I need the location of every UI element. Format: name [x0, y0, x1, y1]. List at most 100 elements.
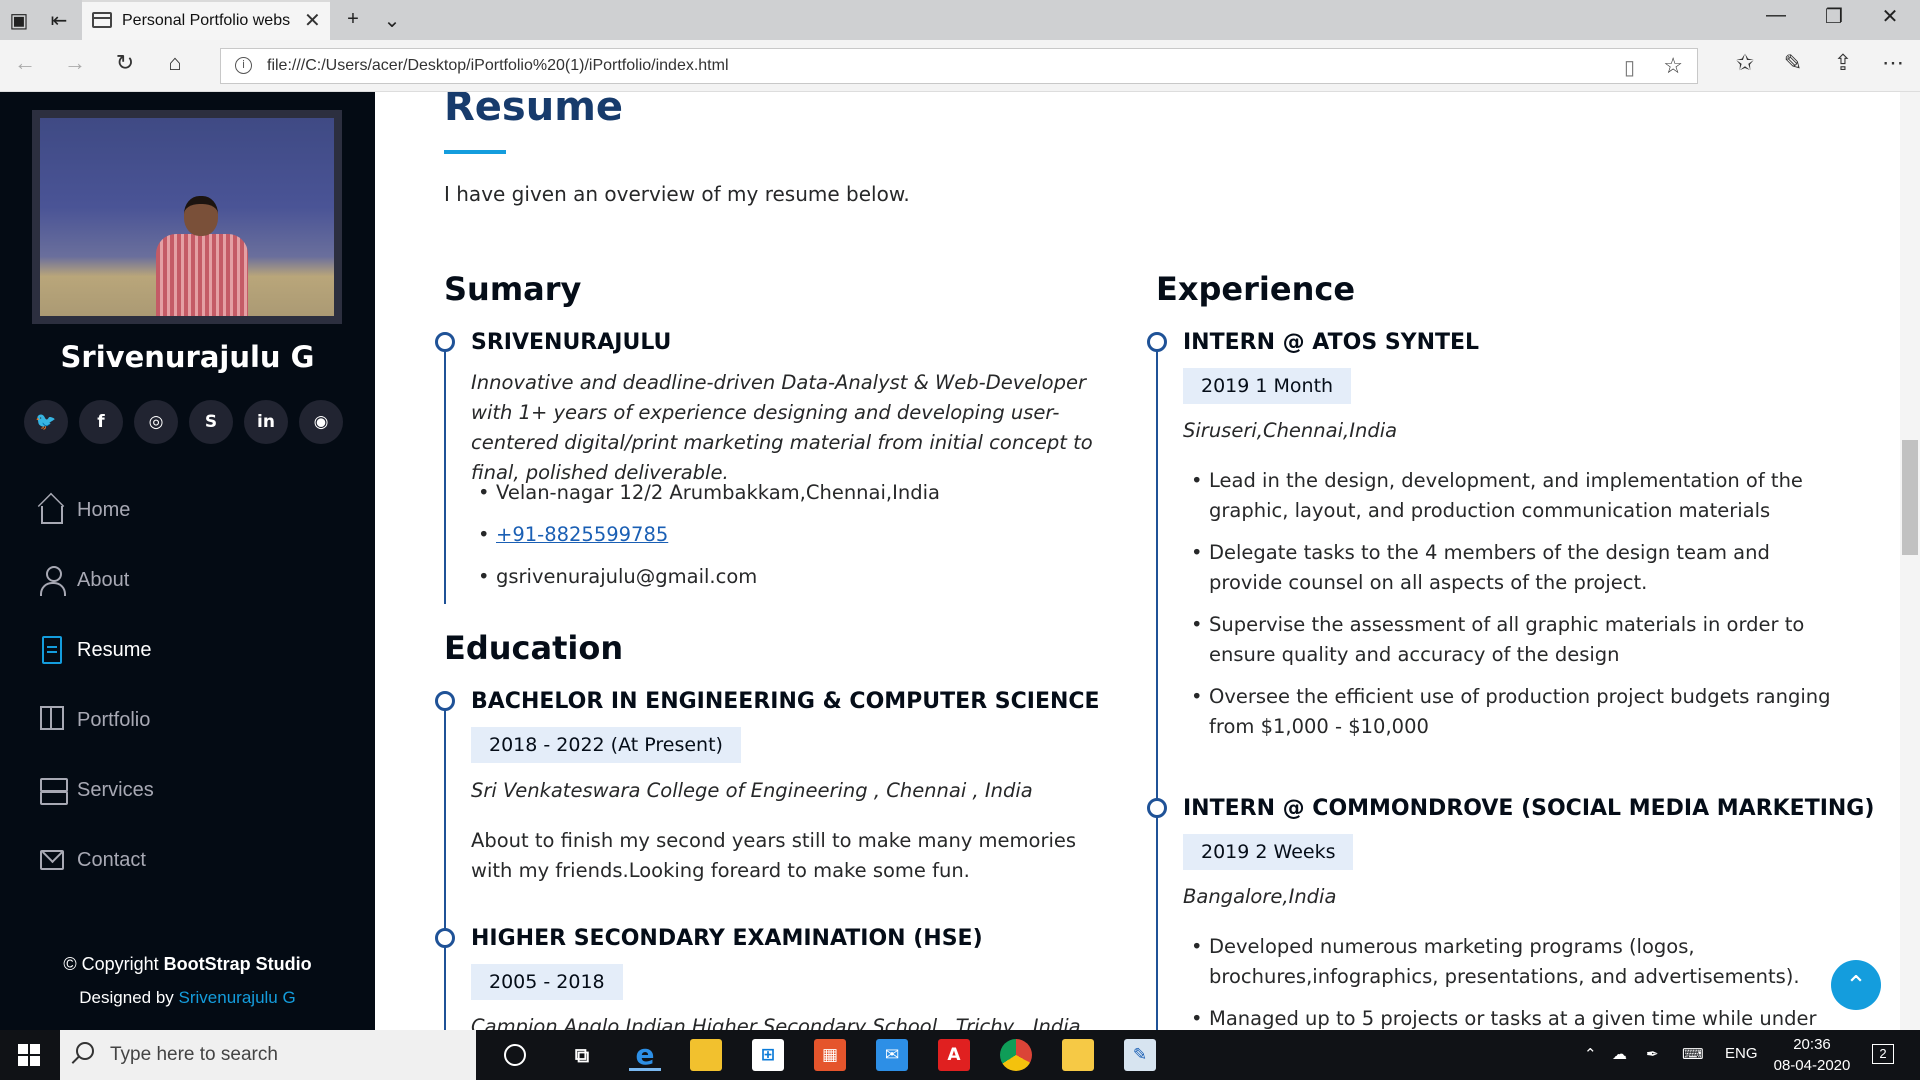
refresh-icon[interactable]: ↻ [110, 50, 140, 76]
maximize-icon[interactable]: ❐ [1806, 4, 1862, 29]
favorite-star-icon[interactable]: ☆ [1663, 53, 1683, 79]
share-icon[interactable]: ⇪ [1826, 50, 1860, 76]
nav-item-contact[interactable]: Contact [38, 842, 338, 882]
close-tab-icon[interactable]: ✕ [304, 8, 321, 33]
nav-label-portfolio: Portfolio [77, 709, 151, 731]
minimize-icon[interactable]: — [1748, 4, 1804, 27]
tab-list-chevron-icon[interactable]: ⌄ [379, 8, 405, 33]
url-field[interactable]: i file:///C:/Users/acer/Desktop/iPortfol… [220, 48, 1698, 84]
powerpoint-icon[interactable]: ▦ [814, 1039, 846, 1071]
designer-link[interactable]: Srivenurajulu G [179, 988, 296, 1007]
taskbar-search[interactable]: Type here to search [60, 1030, 476, 1080]
sticky-notes-icon[interactable] [1062, 1039, 1094, 1071]
close-window-icon[interactable]: ✕ [1862, 4, 1918, 29]
timeline-dot [435, 691, 455, 711]
new-tab-icon[interactable]: + [340, 8, 366, 31]
resume-section: Resume I have given an overview of my re… [375, 92, 1900, 1030]
copyright-prefix: © Copyright [63, 954, 159, 974]
edu-school-1: Sri Venkateswara College of Engineering … [471, 779, 1033, 802]
edge-icon[interactable]: e [629, 1039, 661, 1071]
facebook-icon[interactable]: f [79, 400, 123, 444]
summary-phone: +91-8825599785 [478, 520, 668, 550]
tray-chevron-icon[interactable]: ⌃ [1584, 1045, 1597, 1063]
paint-icon[interactable]: ✎ [1124, 1039, 1156, 1071]
url-text: file:///C:/Users/acer/Desktop/iPortfolio… [267, 57, 729, 74]
windows-start-icon[interactable] [18, 1044, 40, 1066]
linkedin-icon[interactable]: in [244, 400, 288, 444]
twitter-icon[interactable]: 🐦 [24, 400, 68, 444]
nav-item-services[interactable]: Services [38, 772, 338, 812]
sidebar: Srivenurajulu G 🐦 f ◎ S in ◉ Home About … [0, 92, 375, 1030]
exp-bullet: Oversee the efficient use of production … [1191, 682, 1839, 742]
tab-title: Personal Portfolio webs [122, 12, 291, 29]
task-view-icon[interactable]: ⧉ [566, 1039, 598, 1071]
envelope-icon [40, 850, 64, 870]
edu-date-2: 2005 - 2018 [471, 964, 623, 1000]
keyboard-icon[interactable]: ⌨ [1682, 1045, 1704, 1063]
forward-icon[interactable]: → [60, 50, 90, 76]
exp-place-1: Siruseri,Chennai,India [1183, 419, 1398, 442]
nav-label-services: Services [77, 779, 154, 801]
summary-timeline [444, 344, 446, 604]
nav-label-contact: Contact [77, 849, 146, 871]
scrollbar-thumb[interactable] [1902, 440, 1918, 555]
file-explorer-icon[interactable] [690, 1039, 722, 1071]
chrome-icon[interactable] [1000, 1039, 1032, 1071]
nav-label-home: Home [77, 499, 131, 521]
mail-icon[interactable]: ✉ [876, 1039, 908, 1071]
favorites-list-icon[interactable]: ✩ [1728, 50, 1762, 76]
home-icon [41, 506, 63, 524]
pen-icon[interactable]: ✎ [1776, 50, 1810, 76]
exp-role-1: INTERN @ ATOS SYNTEL [1183, 330, 1480, 355]
section-intro: I have given an overview of my resume be… [444, 182, 910, 206]
nav-item-portfolio[interactable]: Portfolio [38, 702, 338, 742]
pen-tray-icon[interactable]: ✒ [1646, 1045, 1659, 1063]
page-scrollbar[interactable] [1900, 92, 1920, 1030]
file-icon [42, 636, 62, 664]
nav-label-about: About [77, 569, 130, 591]
github-icon[interactable]: ◉ [299, 400, 343, 444]
home-browser-icon[interactable]: ⌂ [160, 50, 190, 76]
onedrive-icon[interactable]: ☁ [1612, 1045, 1627, 1063]
section-title: Resume [444, 92, 624, 130]
notifications-icon[interactable]: 2 [1872, 1044, 1894, 1064]
browser-tab[interactable]: Personal Portfolio webs ✕ [82, 0, 330, 40]
clock[interactable]: 20:36 08-04-2020 [1762, 1034, 1862, 1076]
timeline-dot [1147, 332, 1167, 352]
back-to-top-button[interactable]: ⌃ [1831, 960, 1881, 1010]
exp-bullet: Developed numerous marketing programs (l… [1191, 932, 1839, 992]
designed-prefix: Designed by [79, 988, 174, 1007]
set-tabs-aside-icon[interactable]: ⇤ [46, 8, 72, 33]
edu-degree-2: HIGHER SECONDARY EXAMINATION (HSE) [471, 926, 983, 951]
acrobat-icon[interactable]: A [938, 1039, 970, 1071]
store-icon[interactable]: ⊞ [752, 1039, 784, 1071]
instagram-icon[interactable]: ◎ [134, 400, 178, 444]
more-icon[interactable]: ⋯ [1876, 50, 1910, 76]
back-icon[interactable]: ← [10, 50, 40, 76]
skype-icon[interactable]: S [189, 400, 233, 444]
nav-item-resume[interactable]: Resume [38, 632, 338, 672]
timeline-dot [1147, 798, 1167, 818]
windows-taskbar: Type here to search ⧉ e ⊞ ▦ ✉ A ✎ ⌃ ☁ ✒ … [0, 1030, 1920, 1080]
nav-item-about[interactable]: About [38, 562, 338, 602]
search-icon [76, 1042, 94, 1060]
summary-name: SRIVENURAJULU [471, 330, 672, 355]
book-icon [40, 706, 64, 730]
tab-actions-icon[interactable]: ▣ [6, 8, 32, 33]
edu-desc-1: About to finish my second years still to… [471, 829, 1077, 882]
experience-title: Experience [1156, 270, 1356, 308]
search-placeholder: Type here to search [110, 1044, 278, 1065]
summary-title: Sumary [444, 270, 582, 308]
info-icon[interactable]: i [235, 57, 252, 74]
language-indicator[interactable]: ENG [1725, 1045, 1758, 1062]
timeline-dot [435, 332, 455, 352]
summary-address: Velan-nagar 12/2 Arumbakkam,Chennai,Indi… [478, 478, 940, 508]
phone-link[interactable]: +91-8825599785 [496, 523, 668, 546]
nav-item-home[interactable]: Home [38, 492, 338, 532]
exp-date-1: 2019 1 Month [1183, 368, 1352, 404]
exp-date-2: 2019 2 Weeks [1183, 834, 1354, 870]
clock-date: 08-04-2020 [1773, 1057, 1851, 1074]
reading-view-icon[interactable]: ▯ [1624, 55, 1635, 80]
browser-tab-bar: ▣ ⇤ Personal Portfolio webs ✕ + ⌄ — ❐ ✕ [0, 0, 1920, 40]
cortana-icon[interactable] [504, 1044, 526, 1066]
